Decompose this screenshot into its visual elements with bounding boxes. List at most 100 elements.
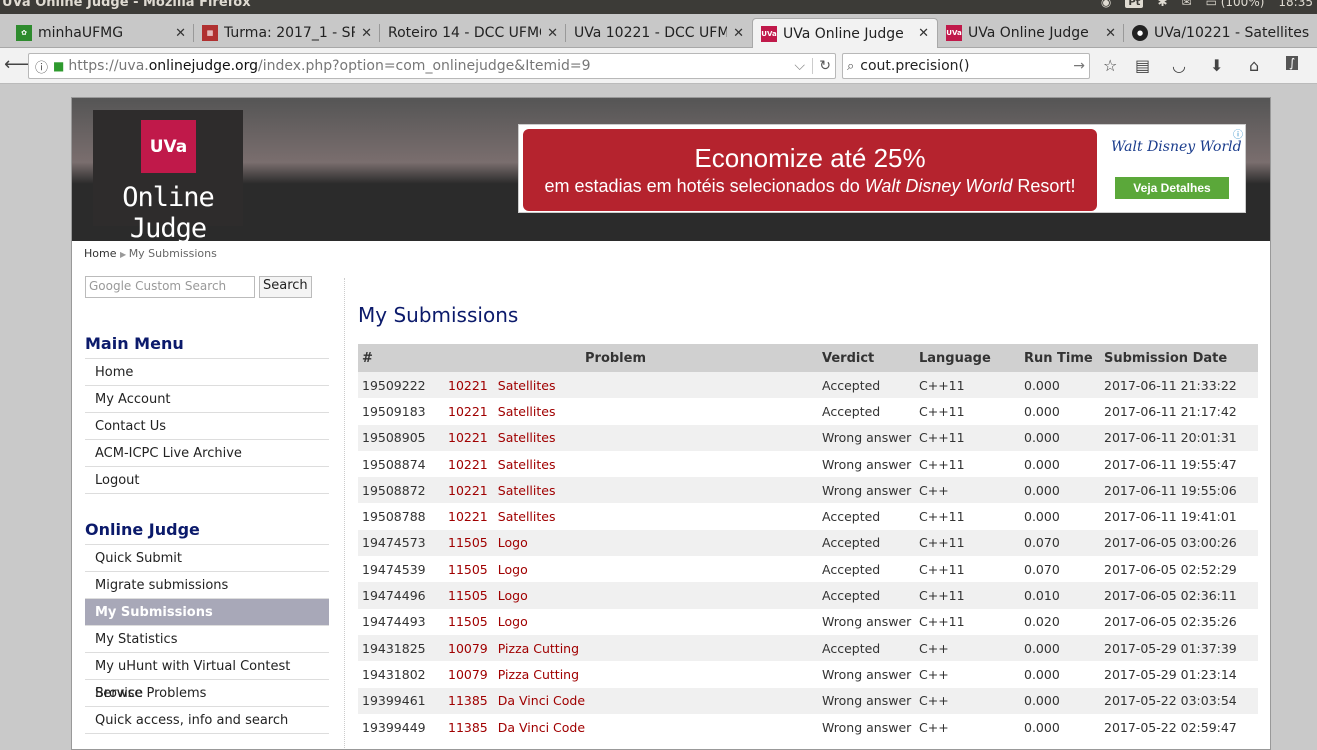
problem-id[interactable]: 11505 bbox=[448, 529, 494, 557]
bluetooth-icon[interactable]: ✱ bbox=[1157, 0, 1167, 9]
menu-item-logout[interactable]: Logout bbox=[85, 467, 329, 494]
reading-list-icon[interactable]: ▤ bbox=[1135, 56, 1150, 75]
google-search-input[interactable]: Google Custom Search bbox=[85, 276, 255, 298]
tab-roteiro[interactable]: Roteiro 14 - DCC UFMG ✕ bbox=[380, 18, 566, 48]
problem-name[interactable]: Satellites bbox=[493, 398, 818, 425]
online-judge-heading: Online Judge bbox=[85, 520, 329, 545]
problem-name[interactable]: Satellites bbox=[493, 450, 818, 478]
menu-item-live-archive[interactable]: ACM-ICPC Live Archive bbox=[85, 440, 329, 467]
site-logo[interactable]: UVa Online Judge bbox=[93, 110, 243, 244]
wifi-icon[interactable]: ◉ bbox=[1101, 0, 1111, 9]
verdict: Accepted bbox=[818, 582, 915, 609]
language: C++ bbox=[915, 687, 1020, 714]
menu-item-uhunt[interactable]: My uHunt with Virtual Contest Service bbox=[85, 653, 329, 701]
dropdown-icon[interactable]: ⌵ bbox=[794, 58, 805, 74]
menu-item-migrate-submissions[interactable]: Migrate submissions bbox=[85, 572, 329, 599]
tab-minhaufmg[interactable]: ✿ minhaUFMG ✕ bbox=[8, 18, 194, 48]
verdict: Wrong answer bbox=[818, 713, 915, 741]
close-tab-icon[interactable]: ✕ bbox=[918, 26, 929, 41]
run-time: 0.000 bbox=[1020, 398, 1100, 425]
problem-name[interactable]: Satellites bbox=[493, 503, 818, 530]
problem-name[interactable]: Da Vinci Code bbox=[493, 687, 818, 714]
problem-id[interactable]: 11505 bbox=[448, 608, 494, 635]
submission-id: 19508874 bbox=[358, 450, 448, 478]
close-tab-icon[interactable]: ✕ bbox=[361, 26, 372, 41]
tab-title: UVa/10221 - Satellites bbox=[1154, 25, 1309, 41]
tab-uva-2[interactable]: UVa UVa Online Judge ✕ bbox=[938, 18, 1124, 48]
clock[interactable]: 18:35 bbox=[1278, 0, 1313, 9]
problem-id[interactable]: 10079 bbox=[448, 661, 494, 688]
run-time: 0.010 bbox=[1020, 582, 1100, 609]
problem-name[interactable]: Logo bbox=[493, 582, 818, 609]
submission-date: 2017-05-22 03:03:54 bbox=[1100, 687, 1258, 714]
menu-item-home[interactable]: Home bbox=[85, 359, 329, 386]
problem-name[interactable]: Satellites bbox=[493, 372, 818, 399]
advertisement-banner[interactable]: Economize até 25% em estadias em hotéis … bbox=[518, 124, 1246, 213]
menu-item-my-submissions[interactable]: My Submissions bbox=[85, 599, 329, 626]
menu-item-my-statistics[interactable]: My Statistics bbox=[85, 626, 329, 653]
home-icon[interactable]: ⌂ bbox=[1249, 56, 1259, 75]
verdict: Wrong answer bbox=[818, 477, 915, 504]
problem-name[interactable]: Logo bbox=[493, 556, 818, 583]
problem-id[interactable]: 10221 bbox=[448, 424, 494, 451]
menu-item-my-account[interactable]: My Account bbox=[85, 386, 329, 413]
menu-item-quick-submit[interactable]: Quick Submit bbox=[85, 545, 329, 572]
submission-id: 19509183 bbox=[358, 398, 448, 425]
close-tab-icon[interactable]: ✕ bbox=[175, 26, 186, 41]
keyboard-layout-indicator[interactable]: Pt bbox=[1125, 0, 1144, 8]
download-icon[interactable]: ⬇ bbox=[1210, 56, 1223, 75]
problem-name[interactable]: Pizza Cutting bbox=[493, 634, 818, 662]
verdict: Wrong answer bbox=[818, 661, 915, 688]
menu-item-contact-us[interactable]: Contact Us bbox=[85, 413, 329, 440]
tab-spoj[interactable]: ▦ Turma: 2017_1 - SPOJ ✕ bbox=[194, 18, 380, 48]
google-search-button[interactable]: Search bbox=[259, 276, 312, 298]
ad-info-icon[interactable]: ⓘ bbox=[1233, 126, 1243, 141]
menu-item-browse-problems[interactable]: Browse Problems bbox=[85, 680, 329, 707]
bookmark-star-icon[interactable]: ☆ bbox=[1103, 56, 1117, 75]
info-icon[interactable]: ⓘ bbox=[35, 57, 48, 76]
menu-item-quick-access[interactable]: Quick access, info and search bbox=[85, 707, 329, 734]
search-input[interactable]: cout.precision() bbox=[860, 58, 969, 74]
problem-name[interactable]: Logo bbox=[493, 608, 818, 635]
submission-date: 2017-06-05 02:52:29 bbox=[1100, 556, 1258, 583]
submission-date: 2017-06-05 02:35:26 bbox=[1100, 608, 1258, 635]
battery-indicator[interactable]: ▭ (100%) bbox=[1206, 0, 1265, 9]
close-tab-icon[interactable]: ✕ bbox=[733, 26, 744, 41]
problem-name[interactable]: Logo bbox=[493, 529, 818, 557]
ad-message: Economize até 25% em estadias em hotéis … bbox=[523, 129, 1097, 211]
problem-id[interactable]: 10221 bbox=[448, 477, 494, 504]
problem-id[interactable]: 11385 bbox=[448, 713, 494, 741]
problem-id[interactable]: 11505 bbox=[448, 556, 494, 583]
reload-icon[interactable]: ↻ bbox=[812, 58, 831, 74]
run-time: 0.020 bbox=[1020, 608, 1100, 635]
problem-id[interactable]: 10221 bbox=[448, 372, 494, 399]
go-arrow-icon[interactable]: → bbox=[1073, 58, 1085, 74]
problem-name[interactable]: Da Vinci Code bbox=[493, 713, 818, 741]
problem-id[interactable]: 11505 bbox=[448, 582, 494, 609]
problem-id[interactable]: 10221 bbox=[448, 398, 494, 425]
problem-id[interactable]: 11385 bbox=[448, 687, 494, 714]
problem-id[interactable]: 10221 bbox=[448, 503, 494, 530]
back-icon[interactable]: ⟵ bbox=[4, 54, 30, 75]
problem-name[interactable]: Pizza Cutting bbox=[493, 661, 818, 688]
problem-id[interactable]: 10079 bbox=[448, 634, 494, 662]
close-tab-icon[interactable]: ✕ bbox=[1105, 26, 1116, 41]
tab-uva-dcc[interactable]: UVa 10221 - DCC UFMG ✕ bbox=[566, 18, 752, 48]
problem-id[interactable]: 10221 bbox=[448, 450, 494, 478]
mail-icon[interactable]: ✉ bbox=[1182, 0, 1192, 9]
url-bar[interactable]: ⓘ ■ https://uva.onlinejudge.org/index.ph… bbox=[28, 53, 836, 79]
pocket-icon[interactable]: ◡ bbox=[1172, 56, 1186, 75]
breadcrumb-home[interactable]: Home bbox=[84, 247, 116, 260]
close-tab-icon[interactable]: ✕ bbox=[547, 26, 558, 41]
submission-id: 19508788 bbox=[358, 503, 448, 530]
tab-github[interactable]: ● UVa/10221 - Satellites bbox=[1124, 18, 1317, 48]
ad-details-button[interactable]: Veja Detalhes bbox=[1115, 177, 1229, 199]
submission-date: 2017-06-11 19:55:47 bbox=[1100, 450, 1258, 478]
problem-name[interactable]: Satellites bbox=[493, 477, 818, 504]
table-row: 19509222 10221 Satellites Accepted C++11 0.00… bbox=[358, 372, 1258, 399]
extension-icon[interactable]: ∫ bbox=[1286, 56, 1299, 70]
search-bar[interactable]: ⌕ cout.precision() → bbox=[842, 53, 1090, 79]
problem-name[interactable]: Satellites bbox=[493, 424, 818, 451]
tab-uva-active[interactable]: UVa UVa Online Judge ✕ bbox=[752, 18, 938, 48]
uva-icon: UVa bbox=[946, 25, 962, 41]
